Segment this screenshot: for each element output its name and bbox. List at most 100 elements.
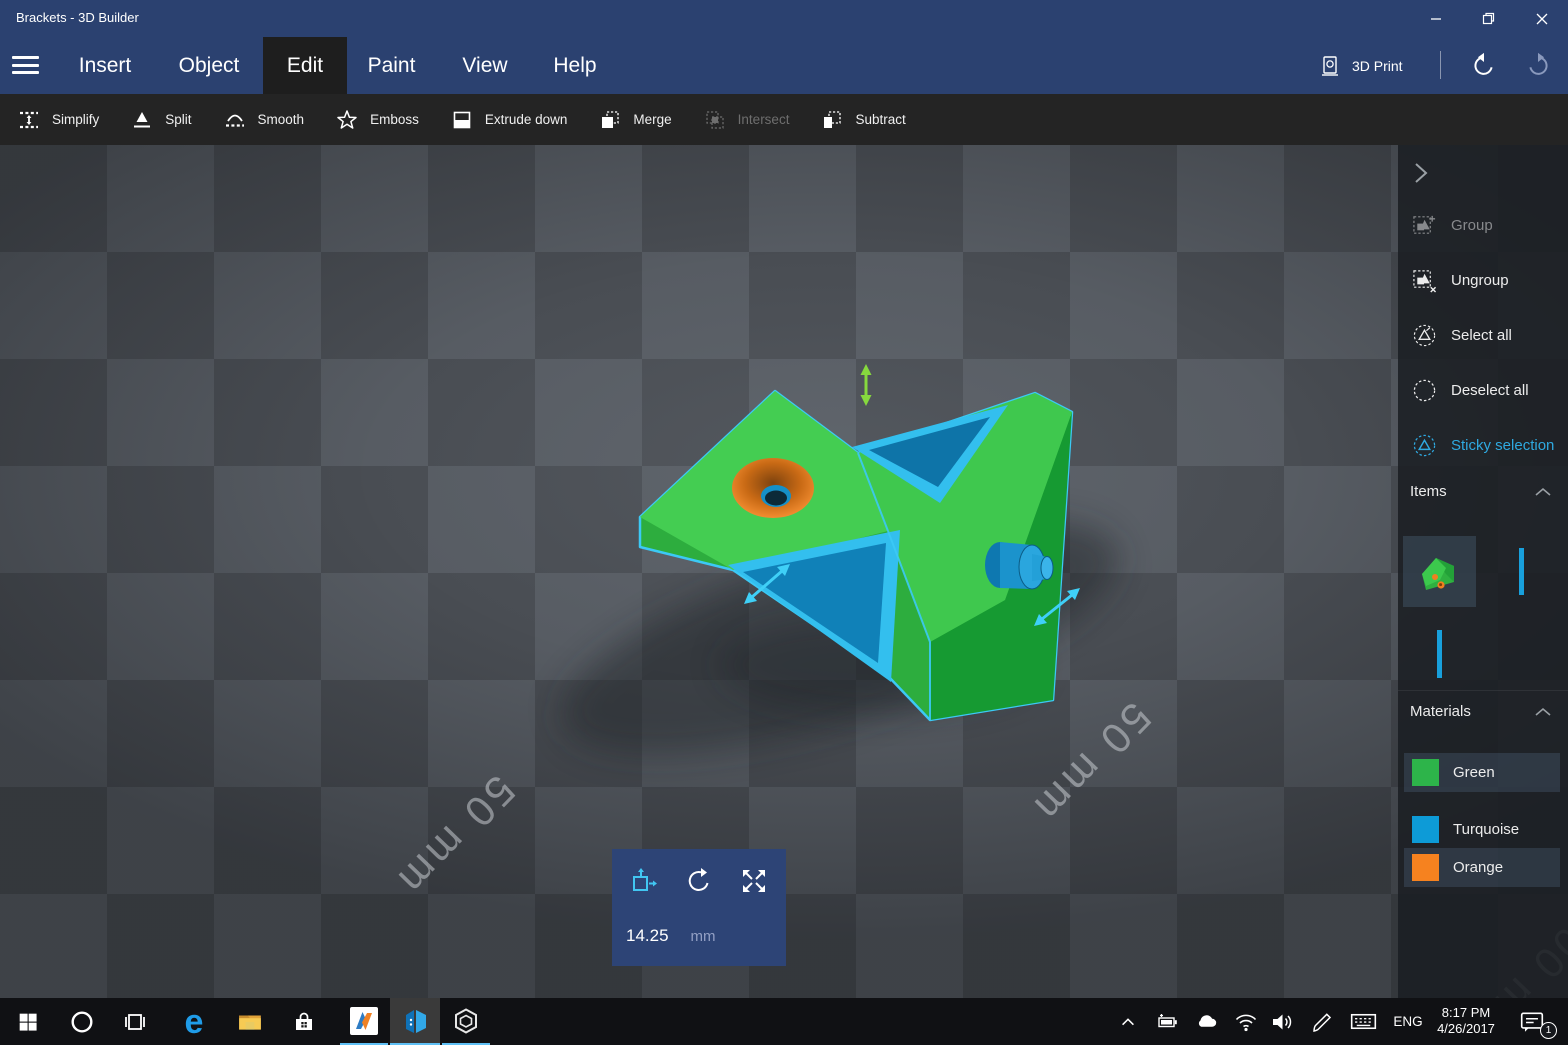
select-all-button[interactable]: Select all <box>1398 318 1568 352</box>
rotate-icon <box>685 867 713 895</box>
sticky-selection-icon <box>1412 433 1437 458</box>
sticky-selection-button[interactable]: Sticky selection <box>1398 428 1568 462</box>
task-view-button[interactable] <box>114 998 156 1045</box>
group-button: Group <box>1398 208 1568 242</box>
toolbar-button-merge[interactable]: Merge <box>599 109 671 131</box>
redo-button[interactable] <box>1524 51 1554 81</box>
file-explorer-button[interactable] <box>228 998 272 1045</box>
menu-insert[interactable]: Insert <box>66 37 144 94</box>
3d-builder-window: Brackets - 3D Builder Insert Object Edit <box>0 0 1568 1045</box>
panel-collapse-button[interactable] <box>1406 159 1434 187</box>
start-button[interactable] <box>10 998 46 1045</box>
minimize-button[interactable] <box>1409 0 1462 37</box>
deselect-all-icon <box>1412 378 1437 403</box>
volume-status[interactable] <box>1264 998 1300 1045</box>
deselect-all-button[interactable]: Deselect all <box>1398 373 1568 407</box>
toolbar-label: Simplify <box>52 112 99 127</box>
items-section-header[interactable]: Items <box>1398 483 1568 500</box>
toolbar-label: Subtract <box>855 112 905 127</box>
close-button[interactable] <box>1515 0 1568 37</box>
file-explorer-icon <box>237 1009 263 1035</box>
titlebar: Brackets - 3D Builder <box>0 0 1568 37</box>
chevron-up-icon[interactable] <box>1534 485 1552 502</box>
toolbar-button-split[interactable]: Split <box>131 109 191 131</box>
language-indicator[interactable]: ENG <box>1388 998 1428 1045</box>
3d-builder-app-button[interactable] <box>390 998 440 1045</box>
material-row-orange[interactable]: Orange <box>1404 848 1560 887</box>
toolbar-label: Split <box>165 112 191 127</box>
onedrive-cloud-icon <box>1194 1009 1219 1034</box>
3d-viewport[interactable]: 50 mm 50 mm 100 mm <box>0 145 1568 998</box>
select-all-label: Select all <box>1451 327 1512 344</box>
menu-view[interactable]: View <box>450 37 520 94</box>
cortana-button[interactable] <box>62 998 102 1045</box>
battery-charging-icon <box>1156 1010 1180 1034</box>
notification-badge: 1 <box>1540 1022 1557 1039</box>
edge-icon: e <box>185 1005 204 1039</box>
wifi-status[interactable] <box>1228 998 1264 1045</box>
split-icon <box>131 109 153 131</box>
material-row-turquoise[interactable]: Turquoise <box>1404 810 1560 849</box>
edit-side-panel: Group Ungroup Select all <box>1398 145 1568 998</box>
clock[interactable]: 8:17 PM 4/26/2017 <box>1428 1005 1504 1037</box>
hexagon-app-button[interactable] <box>442 998 490 1045</box>
undo-icon <box>1470 51 1498 79</box>
redo-icon <box>1524 51 1552 79</box>
group-label: Group <box>1451 217 1493 234</box>
app-button-blue-orange[interactable] <box>340 998 388 1045</box>
chevron-up-icon[interactable] <box>1534 705 1552 722</box>
printer-icon <box>1318 54 1342 78</box>
3d-builder-icon <box>400 1006 430 1036</box>
scale-icon <box>740 867 768 895</box>
tray-expand-button[interactable] <box>1112 998 1144 1045</box>
green-swatch <box>1412 759 1439 786</box>
group-icon <box>1412 213 1437 238</box>
transform-panel: 14.25 mm <box>612 849 786 966</box>
orange-swatch <box>1412 854 1439 881</box>
menu-help[interactable]: Help <box>540 37 610 94</box>
pen-status[interactable] <box>1304 998 1340 1045</box>
toolbar-button-subtract[interactable]: Subtract <box>821 109 905 131</box>
hamburger-menu-button[interactable] <box>12 53 39 77</box>
subtract-icon <box>821 109 843 131</box>
touch-keyboard-icon <box>1350 1008 1377 1035</box>
item-thumbnail-peg-1[interactable] <box>1519 548 1524 595</box>
ungroup-icon <box>1412 268 1437 293</box>
item-thumbnail-peg-2[interactable] <box>1437 630 1442 678</box>
restore-button[interactable] <box>1462 0 1515 37</box>
app-blue-orange-icon <box>349 1006 379 1036</box>
scale-tool-button[interactable] <box>740 867 768 900</box>
undo-button[interactable] <box>1470 51 1500 81</box>
task-view-icon <box>123 1010 147 1034</box>
restore-icon <box>1482 12 1495 25</box>
deselect-all-label: Deselect all <box>1451 382 1529 399</box>
menu-edit[interactable]: Edit <box>263 37 347 94</box>
ungroup-button[interactable]: Ungroup <box>1398 263 1568 297</box>
onedrive-status[interactable] <box>1188 998 1224 1045</box>
toolbar-button-extrude-down[interactable]: Extrude down <box>451 109 568 131</box>
move-tool-button[interactable] <box>630 867 658 900</box>
menu-paint[interactable]: Paint <box>356 37 427 94</box>
touch-keyboard-button[interactable] <box>1342 998 1384 1045</box>
rotate-tool-button[interactable] <box>685 867 713 900</box>
cortana-circle-icon <box>70 1010 94 1034</box>
pen-icon <box>1310 1010 1334 1034</box>
minimize-icon <box>1430 13 1442 25</box>
toolbar-button-simplify[interactable]: Simplify <box>18 109 99 131</box>
items-header-label: Items <box>1410 483 1447 500</box>
dimension-value[interactable]: 14.25 <box>626 926 669 946</box>
edge-browser-button[interactable]: e <box>172 998 216 1045</box>
material-label: Turquoise <box>1453 821 1519 838</box>
materials-section-header[interactable]: Materials <box>1398 703 1568 720</box>
store-button[interactable] <box>282 998 326 1045</box>
material-row-green[interactable]: Green <box>1404 753 1560 792</box>
scale-handle-up[interactable] <box>861 364 872 406</box>
toolbar-button-smooth[interactable]: Smooth <box>224 109 305 131</box>
toolbar-button-emboss[interactable]: Emboss <box>336 109 419 131</box>
3d-print-button[interactable]: 3D Print <box>1318 37 1403 94</box>
battery-status[interactable] <box>1150 998 1186 1045</box>
menu-object[interactable]: Object <box>165 37 253 94</box>
store-bag-icon <box>292 1010 316 1034</box>
item-thumbnail-bracket[interactable] <box>1403 536 1476 607</box>
merge-icon <box>599 109 621 131</box>
